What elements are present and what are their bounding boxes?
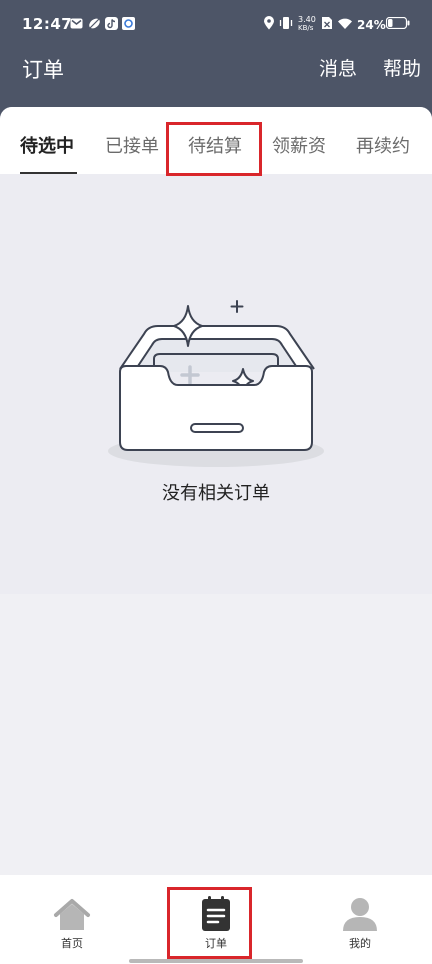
active-tab-indicator: [20, 172, 77, 174]
leaf-icon: [87, 16, 101, 30]
annotation-box-settlement-tab: [166, 122, 262, 176]
net-speed-unit: KB/s: [298, 24, 314, 32]
nav-profile-label: 我的: [349, 937, 371, 950]
tab-pending-selection[interactable]: 待选中: [20, 132, 74, 158]
empty-state-message: 没有相关订单: [162, 483, 270, 504]
status-bar: 12:47 3.40 KB/s 24%: [0, 0, 432, 50]
annotation-box-orders-nav: [167, 887, 252, 959]
nav-home[interactable]: 首页: [32, 891, 112, 951]
home-indicator[interactable]: [129, 959, 303, 963]
battery-icon: [386, 16, 410, 30]
app-header: 12:47 3.40 KB/s 24% 订单 消息 帮助: [0, 0, 432, 120]
sim-x-icon: [320, 16, 334, 30]
app-icon: [121, 16, 135, 30]
nav-home-label: 首页: [61, 937, 83, 950]
net-speed-value: 3.40: [298, 15, 316, 24]
nav-profile[interactable]: 我的: [320, 891, 400, 951]
profile-icon: [343, 898, 377, 931]
tab-renew-contract[interactable]: 再续约: [356, 132, 410, 158]
page-title: 订单: [22, 58, 64, 82]
tab-collect-salary[interactable]: 领薪资: [272, 132, 326, 158]
home-icon: [54, 899, 90, 930]
wifi-icon: [337, 16, 353, 30]
location-icon: [262, 16, 276, 30]
battery-percent: 24%: [357, 18, 386, 32]
messages-button[interactable]: 消息: [319, 54, 357, 81]
empty-inbox-icon: [104, 284, 328, 474]
help-button[interactable]: 帮助: [383, 54, 421, 81]
vibrate-icon: [279, 16, 293, 30]
tab-accepted[interactable]: 已接单: [105, 132, 159, 158]
content-panel: 待选中 已接单 待结算 领薪资 再续约 没有相关订单: [0, 107, 432, 875]
status-time: 12:47: [22, 15, 73, 33]
mail-icon: [69, 16, 83, 30]
tiktok-icon: [104, 16, 118, 30]
lower-background: [0, 594, 432, 875]
